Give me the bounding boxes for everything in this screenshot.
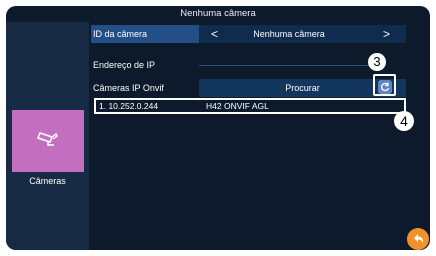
- result-model: H42 ONVIF AGL: [206, 101, 269, 111]
- camera-id-row: ID da câmera < Nenhuma câmera >: [91, 25, 406, 43]
- camera-id-label: ID da câmera: [93, 29, 148, 39]
- cameras-label: Câmeras: [29, 176, 66, 186]
- result-row[interactable]: 1. 10.252.0.244 H42 ONVIF AGL: [94, 98, 406, 114]
- ip-address-field[interactable]: [199, 65, 377, 66]
- camera-id-value: Nenhuma câmera: [253, 29, 325, 39]
- callout-box-refresh: [373, 74, 396, 96]
- onvif-row: Câmeras IP Onvif Procurar: [91, 79, 406, 97]
- device-screen: Nenhuma câmera Câmeras ID da câmera < Ne…: [6, 6, 430, 250]
- onvif-label: Câmeras IP Onvif: [93, 83, 164, 93]
- chevron-right-icon[interactable]: >: [383, 25, 390, 43]
- callout-badge-3: 3: [368, 53, 386, 71]
- sidebar: Câmeras: [6, 22, 89, 250]
- back-arrow-icon[interactable]: [407, 228, 429, 250]
- callout-badge-4: 4: [394, 111, 414, 131]
- ip-address-label: Endereço de IP: [93, 60, 156, 70]
- result-ip: 1. 10.252.0.244: [99, 101, 159, 111]
- camera-icon: [36, 132, 58, 146]
- chevron-left-icon[interactable]: <: [211, 25, 218, 43]
- cameras-tile[interactable]: [12, 110, 84, 172]
- page-title: Nenhuma câmera: [180, 8, 256, 19]
- ip-address-row: Endereço de IP: [91, 56, 406, 74]
